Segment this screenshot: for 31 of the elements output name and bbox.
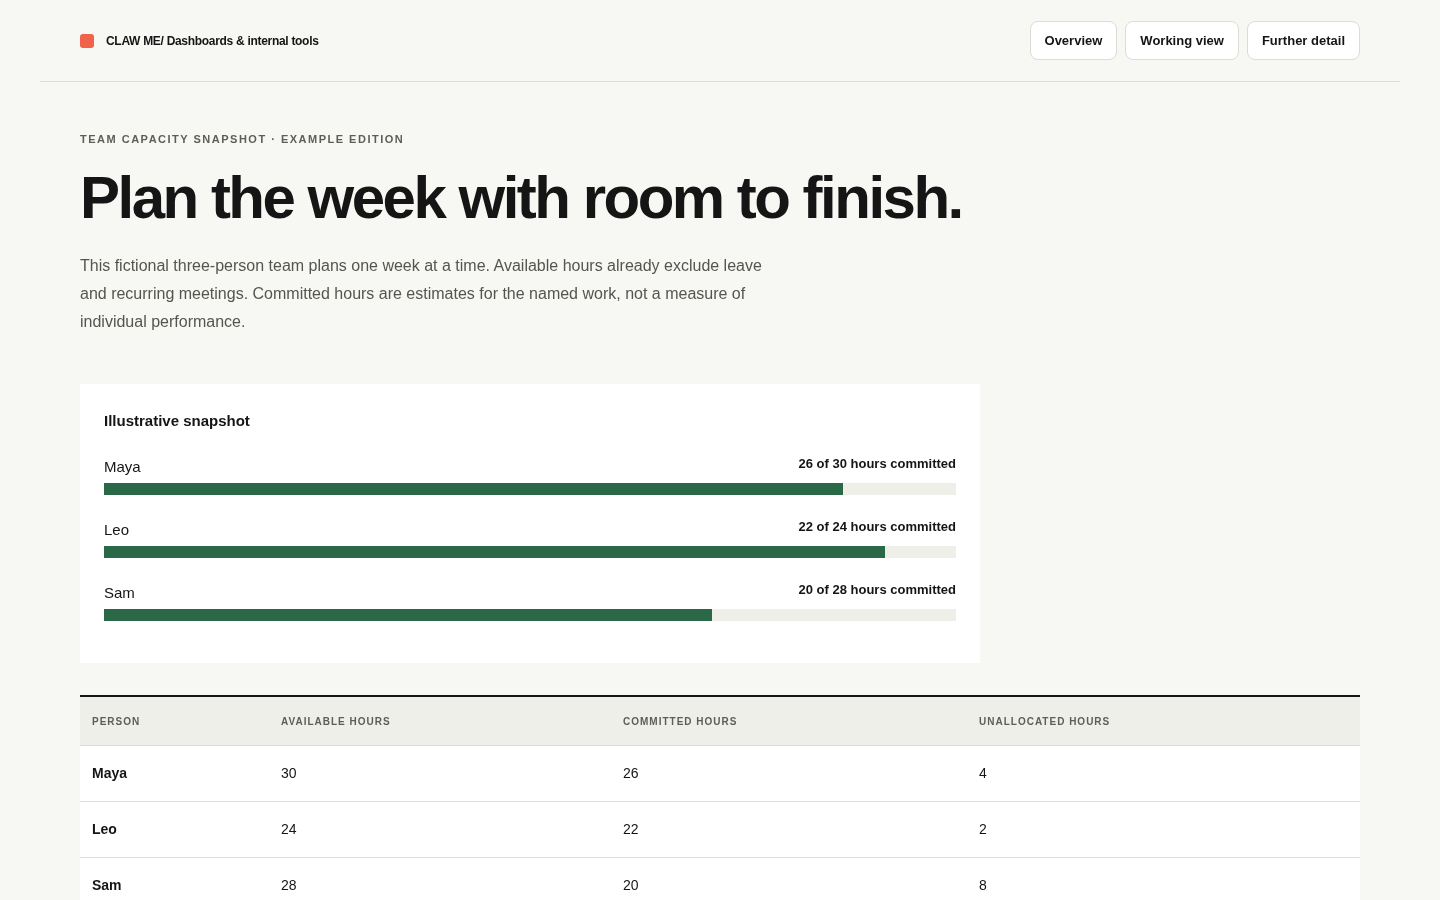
card-title: Illustrative snapshot bbox=[104, 410, 251, 431]
intro-paragraph: This fictional three-person team plans one week at a time. Available hours already exclude leave and recurring meetings. Committed hours are estimates for the named work, not a measure of individual performance. bbox=[80, 255, 763, 332]
table-cell-text: 26 bbox=[622, 764, 640, 783]
table-cell-text: 2 bbox=[978, 820, 988, 839]
table-cell-text: Sam bbox=[91, 876, 123, 895]
table-cell-text: 8 bbox=[978, 876, 988, 895]
eyebrow-label: TEAM CAPACITY SNAPSHOT · EXAMPLE EDITION bbox=[80, 132, 406, 147]
nav-button[interactable]: Further detail bbox=[1246, 21, 1360, 60]
table-cell-text: 22 bbox=[622, 820, 640, 839]
breadcrumb: CLAW ME/ Dashboards & internal tools bbox=[106, 32, 319, 50]
page-title: Plan the week with room to finish. bbox=[80, 162, 963, 233]
column-header: PERSON bbox=[91, 714, 142, 729]
table-cell-text: 28 bbox=[280, 876, 298, 895]
person-name: Maya bbox=[104, 457, 141, 477]
table-cell-text: 24 bbox=[280, 820, 298, 839]
table-cell-text: 20 bbox=[622, 876, 640, 895]
column-header: AVAILABLE HOURS bbox=[280, 714, 392, 729]
table-cell-text: Maya bbox=[91, 764, 129, 783]
hours-reading: 22 of 24 hours committed bbox=[798, 518, 956, 536]
person-name: Leo bbox=[104, 520, 130, 540]
column-header: UNALLOCATED HOURS bbox=[978, 714, 1112, 729]
logo-icon bbox=[80, 33, 94, 48]
hours-reading: 26 of 30 hours committed bbox=[798, 455, 956, 473]
person-name: Sam bbox=[104, 583, 135, 603]
nav-button[interactable]: Working view bbox=[1125, 21, 1239, 60]
table-cell-text: Leo bbox=[91, 820, 118, 839]
column-header: COMMITTED HOURS bbox=[622, 714, 739, 729]
table-cell-text: 4 bbox=[978, 764, 988, 783]
nav-button[interactable]: Overview bbox=[1029, 21, 1118, 60]
table-cell-text: 30 bbox=[280, 764, 298, 783]
hours-reading: 20 of 28 hours committed bbox=[798, 581, 956, 599]
